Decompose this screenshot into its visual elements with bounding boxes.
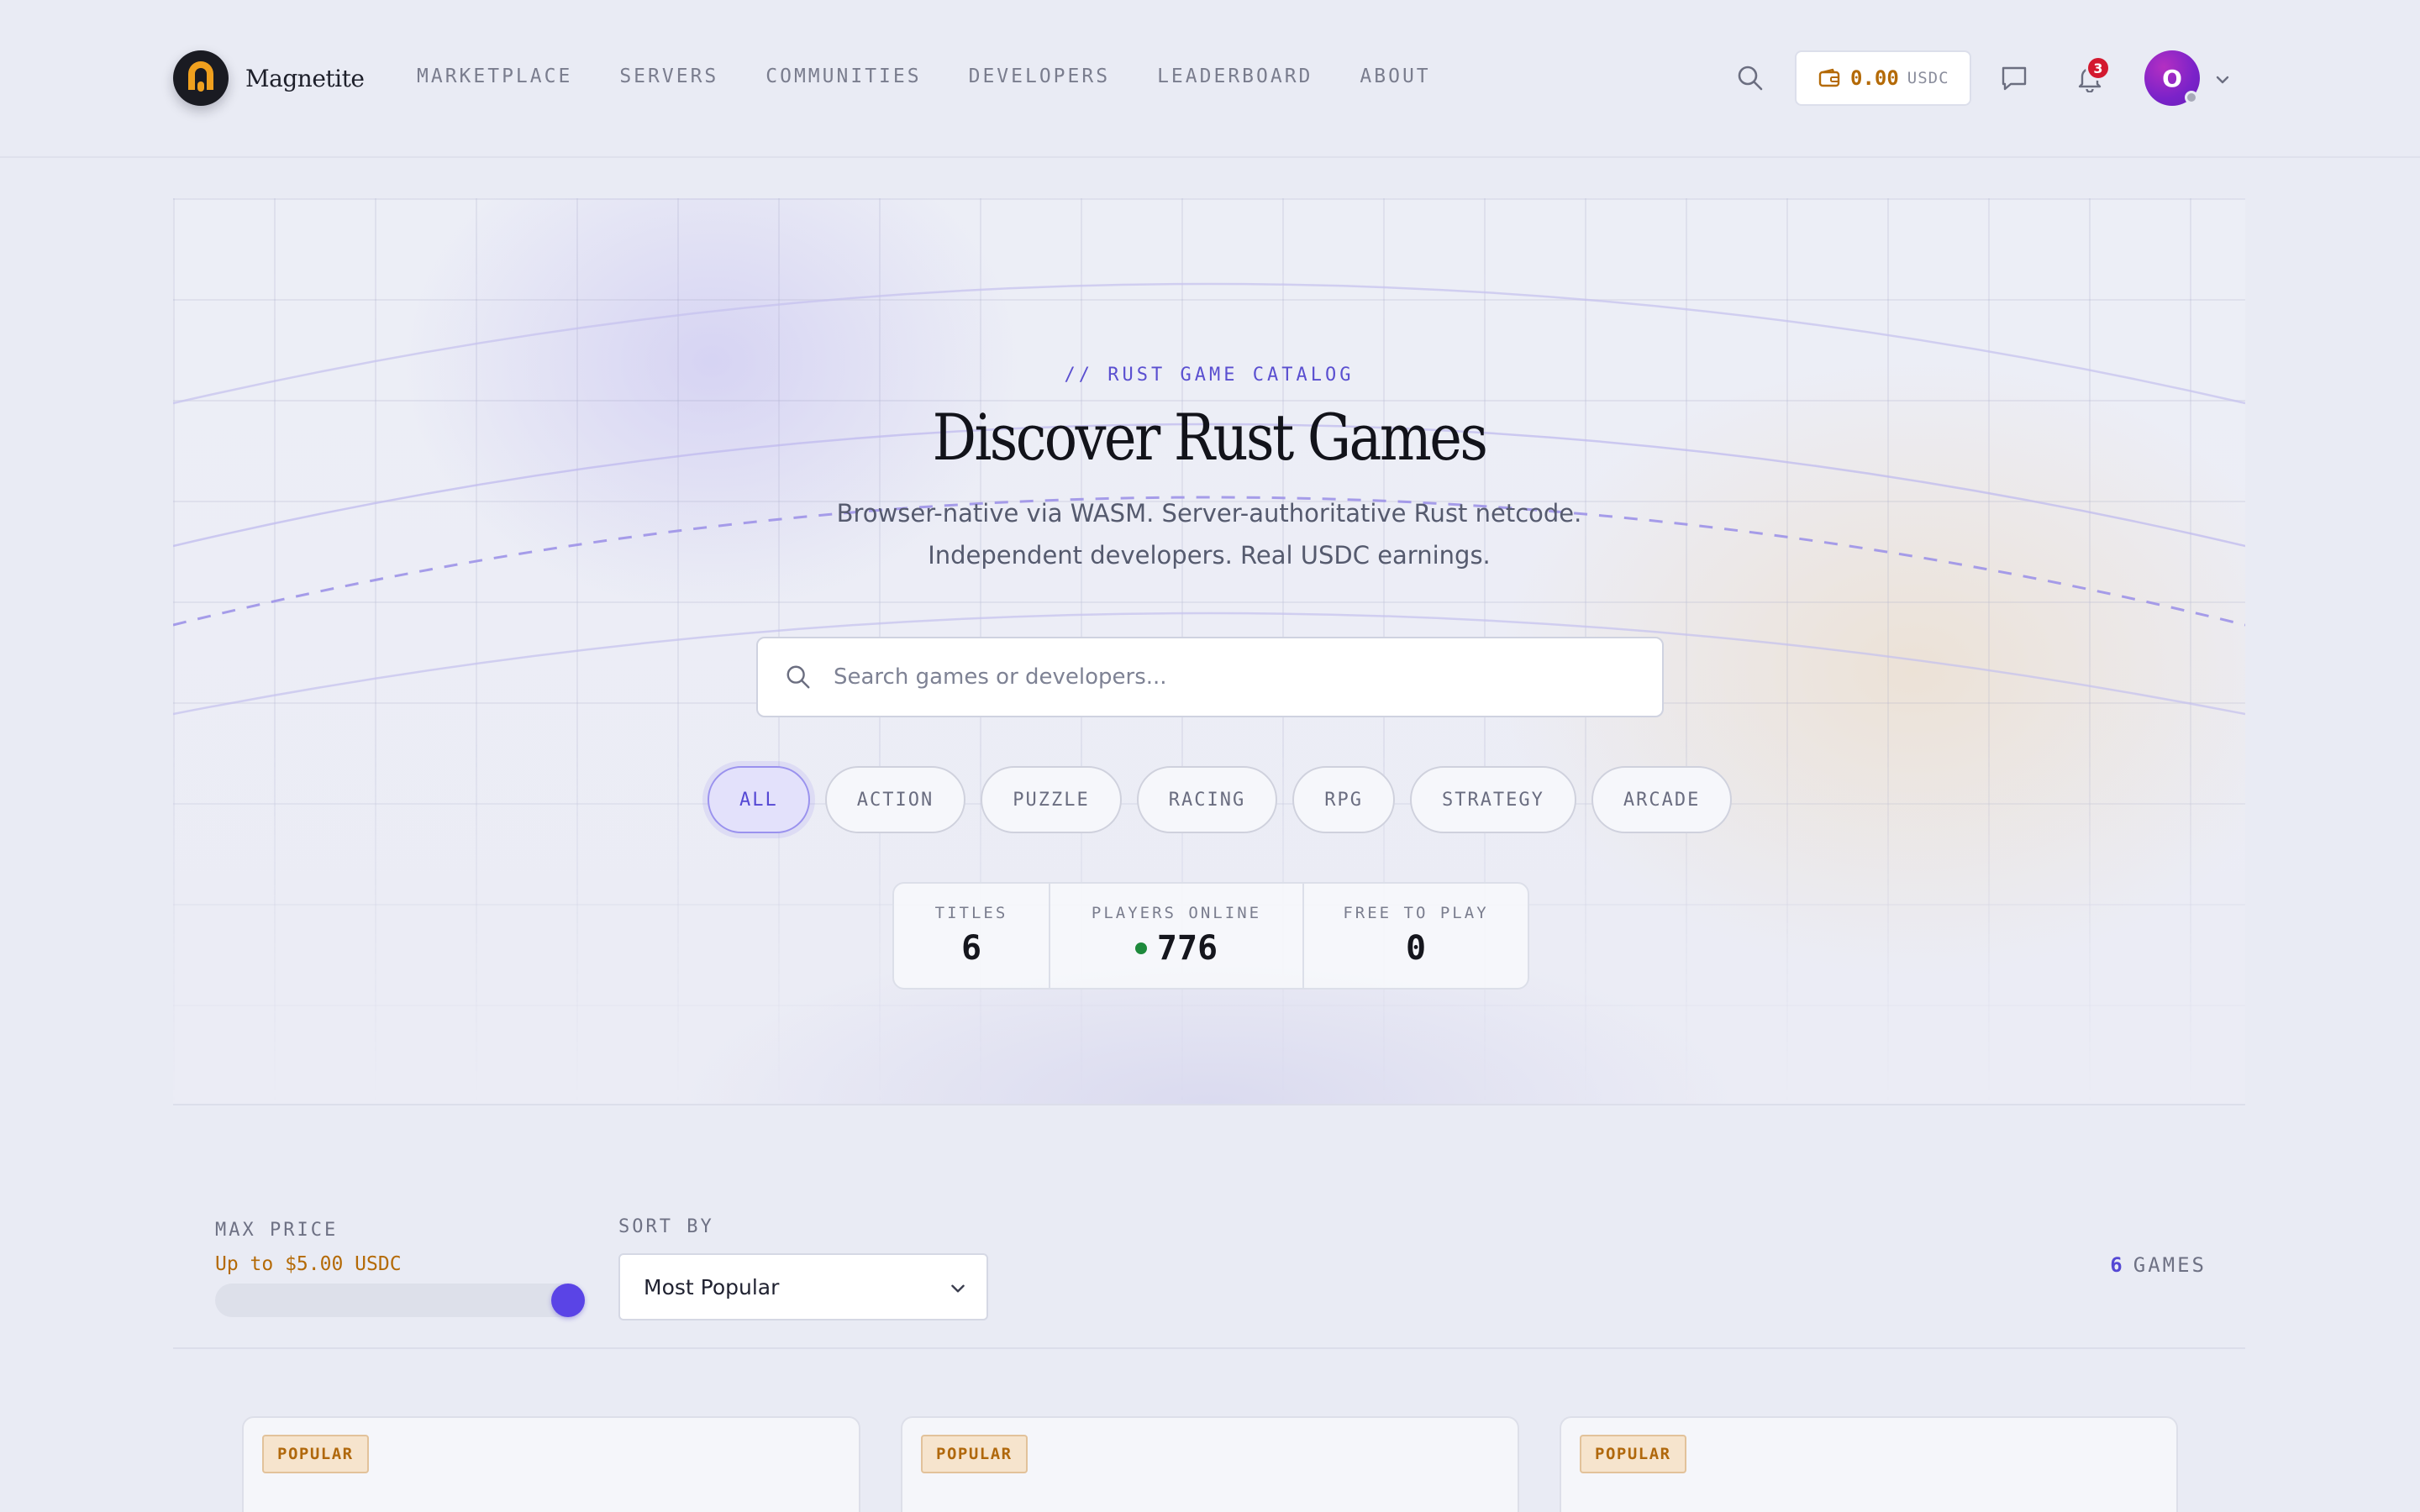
stat-label: TITLES [934, 904, 1008, 922]
game-search-box[interactable] [756, 637, 1664, 717]
search-icon [786, 665, 810, 689]
category-chip-arcade[interactable]: ARCADE [1591, 766, 1733, 833]
brand-name: Magnetite [245, 64, 365, 92]
category-chip-all[interactable]: ALL [708, 766, 810, 833]
catalog-stats: TITLES 6 PLAYERS ONLINE 776 FREE TO PLAY… [892, 882, 1529, 990]
chevron-down-icon [951, 1284, 965, 1293]
filter-bar: MAX PRICE Up to $5.00 USDC SORT BY Most … [173, 1176, 2245, 1349]
hero-subtitle-line: Browser-native via WASM. Server-authorit… [836, 499, 1582, 528]
category-chip-racing[interactable]: RACING [1136, 766, 1278, 833]
popular-badge: POPULAR [262, 1435, 369, 1473]
nav-communities[interactable]: COMMUNITIES [765, 66, 921, 87]
chevron-down-icon [2216, 76, 2229, 84]
stat-label: FREE TO PLAY [1343, 904, 1489, 922]
account-menu-toggle[interactable] [2213, 71, 2232, 89]
user-status-indicator [2185, 91, 2198, 104]
game-card[interactable]: POPULAR [901, 1416, 1519, 1512]
stat-value: 0 [1405, 929, 1427, 968]
section-divider [173, 1104, 2245, 1105]
games-count: 6 GAMES [2110, 1253, 2207, 1277]
game-card[interactable]: POPULAR [242, 1416, 860, 1512]
sort-by-select[interactable]: Most Popular [618, 1253, 988, 1320]
max-price-slider[interactable] [215, 1284, 585, 1317]
header-search-icon[interactable] [1736, 64, 1765, 92]
category-chip-action[interactable]: ACTION [824, 766, 966, 833]
chat-icon [2002, 66, 2027, 91]
games-count-number: 6 [2110, 1253, 2125, 1277]
wallet-amount: 0.00 [1850, 66, 1899, 90]
stat-value: 6 [960, 929, 982, 968]
hero-eyebrow: // RUST GAME CATALOG [1064, 365, 1355, 386]
nav-marketplace[interactable]: MARKETPLACE [417, 66, 572, 87]
max-price-slider-thumb[interactable] [551, 1284, 585, 1317]
stat-value-wrap: 776 [1134, 929, 1218, 968]
category-chip-strategy[interactable]: STRATEGY [1409, 766, 1576, 833]
popular-badge: POPULAR [1580, 1435, 1686, 1473]
wallet-balance-button[interactable]: 0.00 USDC [1795, 50, 1971, 106]
main-nav: MARKETPLACE SERVERS COMMUNITIES DEVELOPE… [417, 66, 1478, 87]
stat-players-online: PLAYERS ONLINE 776 [1049, 884, 1302, 988]
max-price-value: Up to $5.00 USDC [215, 1253, 402, 1275]
top-header: Magnetite MARKETPLACE SERVERS COMMUNITIE… [0, 0, 2420, 158]
sort-by-value: Most Popular [644, 1274, 780, 1299]
max-price-label: MAX PRICE [215, 1220, 339, 1241]
sort-by-label: SORT BY [618, 1216, 714, 1237]
category-filters: ALL ACTION PUZZLE RACING RPG STRATEGY AR… [708, 766, 1747, 833]
stat-label: PLAYERS ONLINE [1091, 904, 1262, 922]
game-search-input[interactable] [834, 664, 1590, 690]
notification-count-badge: 3 [2086, 55, 2111, 81]
messages-button[interactable] [2000, 64, 2028, 92]
stat-free-to-play: FREE TO PLAY 0 [1302, 884, 1528, 988]
nav-about[interactable]: ABOUT [1360, 66, 1430, 87]
hero-subtitle: Browser-native via WASM. Server-authorit… [173, 492, 2245, 576]
brand[interactable]: Magnetite [173, 50, 365, 106]
nav-developers[interactable]: DEVELOPERS [969, 66, 1110, 87]
hero-section: // RUST GAME CATALOG Discover Rust Games… [173, 198, 2245, 1105]
nav-servers[interactable]: SERVERS [619, 66, 718, 87]
magnet-logo-icon [173, 50, 229, 106]
stat-value: 776 [1156, 929, 1218, 968]
online-status-dot [1134, 942, 1147, 954]
search-icon [1738, 66, 1763, 91]
category-chip-rpg[interactable]: RPG [1292, 766, 1395, 833]
hero-subtitle-line: Independent developers. Real USDC earnin… [928, 541, 1491, 570]
games-count-label: GAMES [2133, 1253, 2207, 1277]
category-chip-puzzle[interactable]: PUZZLE [981, 766, 1122, 833]
popular-badge: POPULAR [921, 1435, 1028, 1473]
page-title: Discover Rust Games [932, 400, 1488, 475]
game-card[interactable]: POPULAR [1560, 1416, 2178, 1512]
nav-leaderboard[interactable]: LEADERBOARD [1157, 66, 1313, 87]
wallet-unit: USDC [1907, 69, 1949, 87]
stat-titles: TITLES 6 [894, 884, 1049, 988]
wallet-icon [1818, 68, 1840, 87]
